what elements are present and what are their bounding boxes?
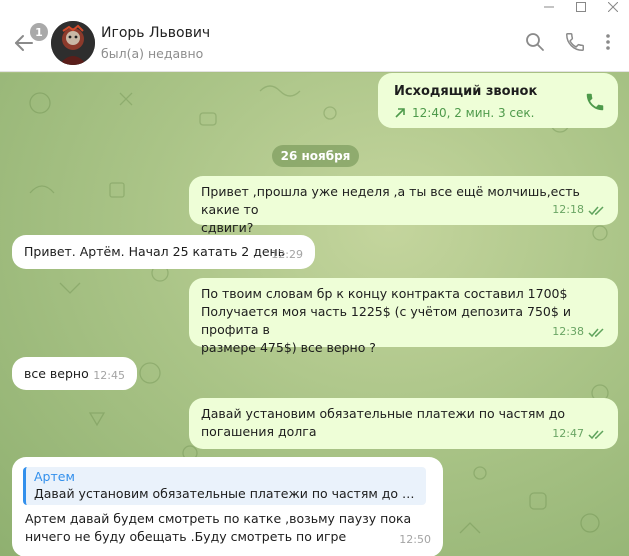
message-text: Привет ,прошла уже неделя ,а ты все ещё … <box>201 184 580 235</box>
chat-area[interactable]: Исходящий звонок 12:40, 2 мин. 3 сек. 26… <box>0 73 629 556</box>
message-incoming[interactable]: все верно 12:45 <box>12 357 137 390</box>
message-incoming[interactable]: Привет. Артём. Начал 25 катать 2 день 12… <box>12 235 315 269</box>
phone-icon[interactable] <box>564 31 586 53</box>
call-title: Исходящий звонок <box>394 84 538 99</box>
call-back-phone-icon[interactable] <box>584 91 606 113</box>
message-text: Артем давай будем смотреть по катке ,воз… <box>25 511 412 544</box>
maximize-icon[interactable] <box>565 0 597 14</box>
message-time: 12:45 <box>93 369 125 382</box>
double-check-icon <box>588 429 604 439</box>
message-text: Давай установим обязательные платежи по … <box>201 406 566 439</box>
date-separator: 26 ноября <box>272 145 359 167</box>
double-check-icon <box>588 205 604 215</box>
message-outgoing[interactable]: Привет ,прошла уже неделя ,а ты все ещё … <box>189 176 618 235</box>
more-vertical-icon[interactable] <box>597 31 619 53</box>
call-bubble[interactable]: Исходящий звонок 12:40, 2 мин. 3 сек. <box>378 73 618 128</box>
message-text: Привет. Артём. Начал 25 катать 2 день <box>24 244 286 259</box>
message-time: 12:38 <box>552 325 584 338</box>
message-time: 12:29 <box>271 248 303 261</box>
message-incoming-reply[interactable]: Артем Давай установим обязательные плате… <box>12 457 443 556</box>
message-outgoing[interactable]: По твоим словам бр к концу контракта сос… <box>189 278 618 355</box>
message-time: 12:18 <box>552 203 584 216</box>
call-details-text: 12:40, 2 мин. 3 сек. <box>412 106 535 120</box>
close-icon[interactable] <box>597 0 629 14</box>
avatar[interactable] <box>51 21 95 65</box>
chat-header: 1 Игорь Львович был(а) недавно <box>0 0 629 72</box>
message-time: 12:50 <box>399 533 431 546</box>
unread-count-badge: 1 <box>30 23 48 41</box>
message-time: 12:47 <box>552 427 584 440</box>
message-text: По твоим словам бр к концу контракта сос… <box>201 286 571 355</box>
contact-status: был(а) недавно <box>101 46 204 61</box>
contact-name[interactable]: Игорь Львович <box>101 25 210 41</box>
reply-quote[interactable]: Артем Давай установим обязательные плате… <box>23 467 426 505</box>
double-check-icon <box>588 327 604 337</box>
search-icon[interactable] <box>524 31 546 53</box>
message-outgoing[interactable]: Давай установим обязательные платежи по … <box>189 398 618 449</box>
minimize-icon[interactable] <box>533 0 565 14</box>
reply-text: Давай установим обязательные платежи по … <box>34 486 418 501</box>
window-controls <box>533 0 629 14</box>
outgoing-arrow-icon <box>395 108 405 118</box>
reply-author: Артем <box>34 469 75 484</box>
call-details: 12:40, 2 мин. 3 сек. <box>394 104 534 122</box>
